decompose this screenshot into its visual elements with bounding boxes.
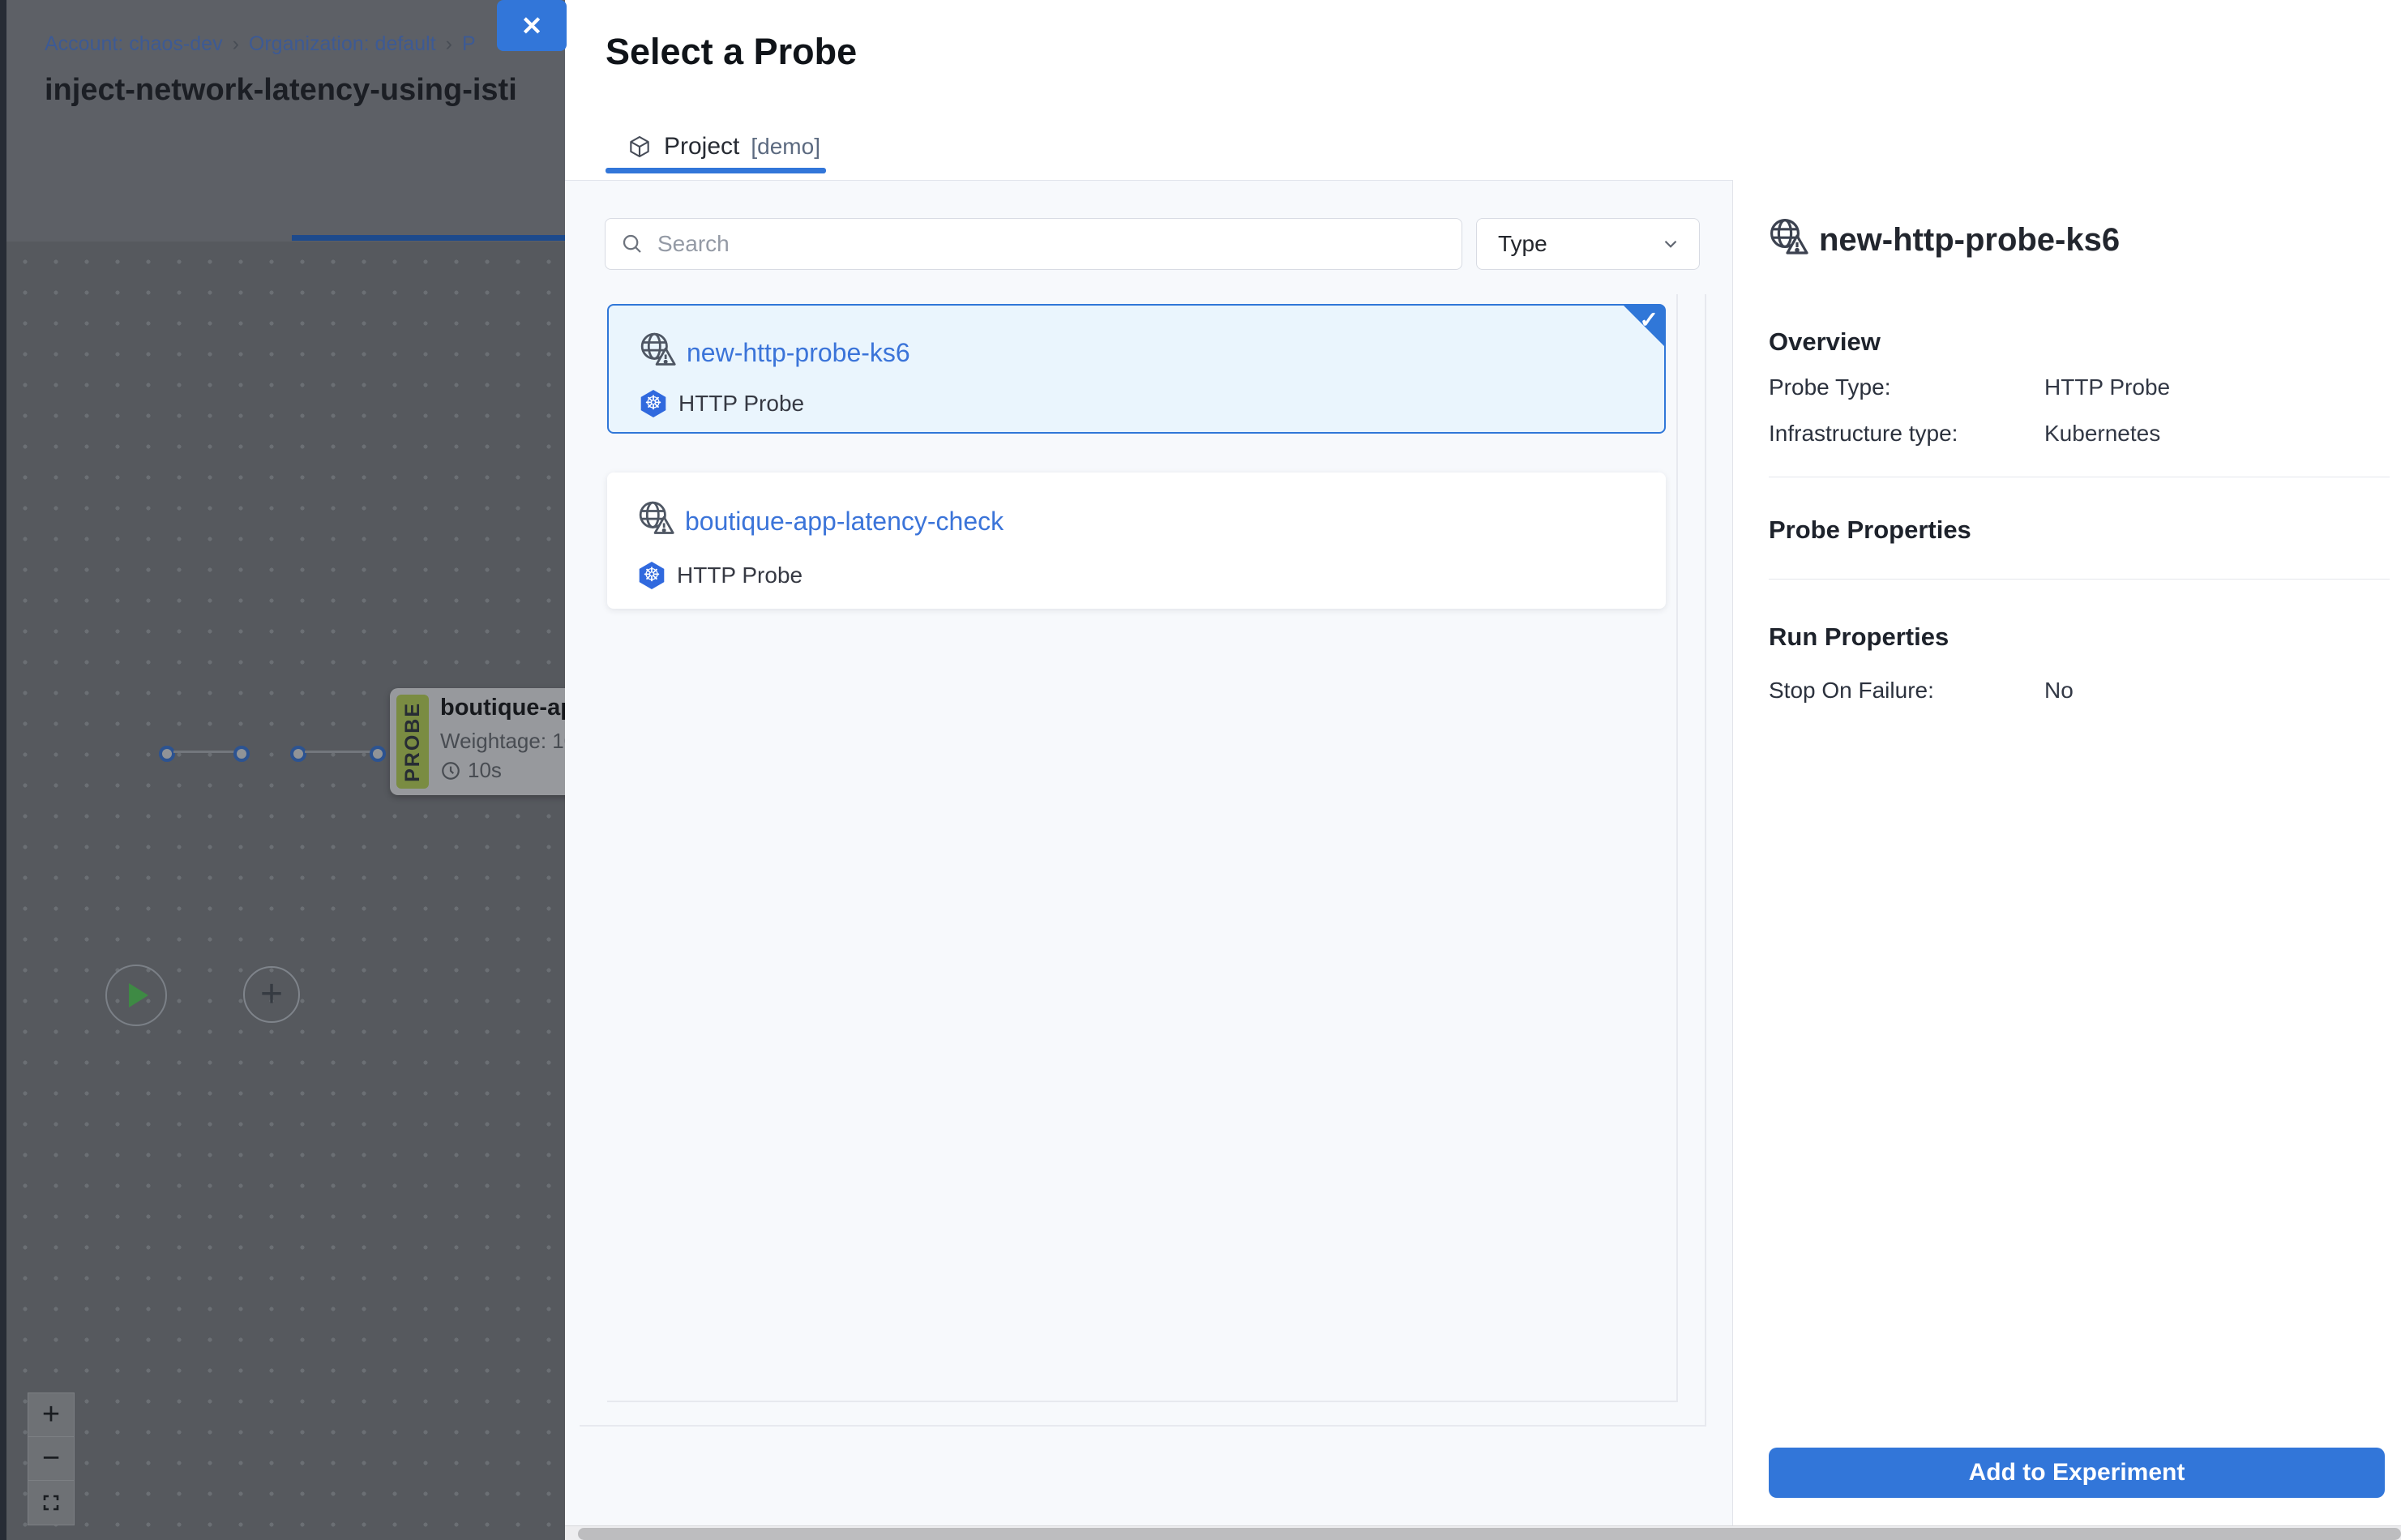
search-box <box>605 218 1462 270</box>
overview-heading: Overview <box>1769 327 1881 357</box>
list-bottom-edge <box>607 1401 1678 1402</box>
connector-dot <box>159 746 175 762</box>
http-probe-icon <box>638 330 677 369</box>
nav-edge-strip <box>0 0 6 1540</box>
http-probe-icon <box>1767 216 1809 258</box>
breadcrumb-separator-icon: › <box>436 32 462 55</box>
zoom-in-button[interactable]: + <box>28 1393 74 1437</box>
breadcrumb-account[interactable]: Account: chaos-dev <box>45 32 223 55</box>
project-tab-scope: [demo] <box>751 134 820 160</box>
search-icon <box>620 232 644 256</box>
play-icon <box>129 983 148 1007</box>
probe-type-row: ☸ HTTP Probe <box>640 390 804 417</box>
add-step-button[interactable]: + <box>243 966 300 1023</box>
list-scrollbar-track[interactable] <box>1676 294 1678 1402</box>
probe-node-card[interactable]: PROBE boutique-ap Weightage: 10 10s <box>390 688 565 795</box>
horizontal-scrollbar-thumb[interactable] <box>578 1528 2401 1540</box>
kubernetes-icon: ☸ <box>638 562 666 589</box>
list-pane-edge <box>1705 294 1706 1427</box>
kubernetes-icon: ☸ <box>640 390 667 417</box>
background-app: Account: chaos-dev›Organization: default… <box>0 0 565 1540</box>
chevron-down-icon <box>1660 233 1681 255</box>
connector-line <box>173 751 240 753</box>
list-footer-edge <box>580 1425 1706 1427</box>
check-icon: ✓ <box>1640 306 1658 333</box>
stop-on-failure-label: Stop On Failure: <box>1769 678 1934 704</box>
probe-node-duration: 10s <box>440 758 502 783</box>
probe-node-weightage: Weightage: 10 <box>440 729 565 754</box>
connector-line <box>305 751 374 753</box>
close-button[interactable]: ✕ <box>497 0 567 51</box>
pipeline-start-node[interactable] <box>105 965 167 1026</box>
pipeline-canvas[interactable]: + PROBE boutique-ap Weightage: 10 10s + <box>0 242 565 1540</box>
breadcrumb-organization[interactable]: Organization: default <box>249 32 436 55</box>
probe-node-name: boutique-ap <box>440 695 565 721</box>
experiment-tabbar: Overview › Experiment Builder <box>0 151 565 243</box>
probe-type-row: ☸ HTTP Probe <box>638 562 802 589</box>
run-properties-heading: Run Properties <box>1769 622 1949 652</box>
horizontal-scrollbar <box>565 1525 2401 1540</box>
probe-type-label: Probe Type: <box>1769 374 1890 400</box>
add-to-experiment-button[interactable]: Add to Experiment <box>1769 1448 2385 1498</box>
probe-name-link[interactable]: boutique-app-latency-check <box>685 507 1004 537</box>
divider <box>1769 579 2390 580</box>
active-tab-underline <box>292 235 565 241</box>
project-tab-underline <box>606 168 826 173</box>
cube-icon <box>627 134 653 160</box>
breadcrumb: Account: chaos-dev›Organization: default… <box>45 32 555 56</box>
probe-name-link[interactable]: new-http-probe-ks6 <box>687 338 910 368</box>
fullscreen-icon <box>41 1493 61 1512</box>
probe-list-pane: Type ✓ new-http-probe-ks6 ☸ HTTP <box>565 180 1732 1525</box>
project-tab-label: Project <box>664 133 739 160</box>
experiment-title: inject-network-latency-using-isti <box>45 73 562 108</box>
probe-type-label: HTTP Probe <box>677 563 802 588</box>
stop-on-failure-value: No <box>2044 678 2074 704</box>
fit-to-screen-button[interactable] <box>28 1481 74 1525</box>
probe-properties-heading: Probe Properties <box>1769 515 1971 545</box>
connector-dot <box>290 746 306 762</box>
probe-type-value: HTTP Probe <box>2044 374 2170 400</box>
infrastructure-type-value: Kubernetes <box>2044 421 2160 447</box>
app-header: Account: chaos-dev›Organization: default… <box>0 0 565 151</box>
connector-dot <box>233 746 250 762</box>
connector-dot <box>370 746 386 762</box>
canvas-zoom-controls: + − <box>28 1392 75 1525</box>
tab-project-scope[interactable]: Project [demo] <box>606 122 841 172</box>
probe-type-label: HTTP Probe <box>678 391 804 417</box>
probe-details-pane: new-http-probe-ks6 Overview Probe Type: … <box>1732 180 2401 1525</box>
zoom-out-button[interactable]: − <box>28 1437 74 1481</box>
select-probe-modal: ✕ Select a Probe Project [demo] Type <box>565 0 2401 1540</box>
select-probe-screen: Account: chaos-dev›Organization: default… <box>0 0 2401 1540</box>
probe-node-tag: PROBE <box>396 695 429 789</box>
http-probe-icon <box>636 498 675 537</box>
details-probe-name: new-http-probe-ks6 <box>1819 222 2120 259</box>
search-input[interactable] <box>656 230 1389 258</box>
clock-icon <box>440 760 461 781</box>
infrastructure-type-label: Infrastructure type: <box>1769 421 1958 447</box>
type-filter-dropdown[interactable]: Type <box>1476 218 1700 270</box>
probe-card-selected[interactable]: ✓ new-http-probe-ks6 ☸ HTTP Probe <box>607 304 1666 434</box>
modal-title: Select a Probe <box>606 31 857 73</box>
probe-card[interactable]: boutique-app-latency-check ☸ HTTP Probe <box>607 473 1666 609</box>
breadcrumb-project-truncated[interactable]: P <box>462 32 476 55</box>
type-filter-label: Type <box>1498 231 1547 257</box>
breadcrumb-separator-icon: › <box>223 32 249 55</box>
